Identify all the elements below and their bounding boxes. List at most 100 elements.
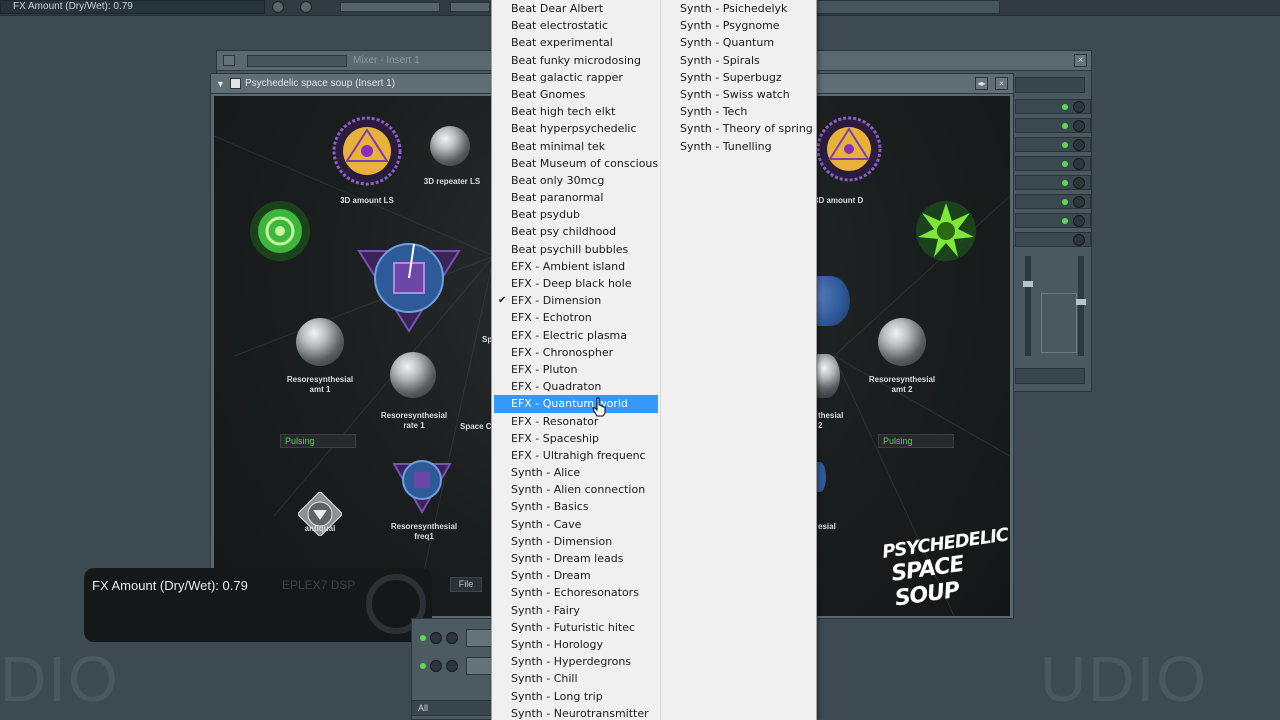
knob-reso-rate1[interactable] [390, 352, 436, 398]
slot-led-2[interactable] [1062, 123, 1068, 129]
slot-knob-5[interactable] [1073, 177, 1085, 189]
menu-item[interactable]: Beat funky microdosing [492, 52, 660, 69]
menu-item[interactable]: EFX - Chronospher [492, 344, 660, 361]
top-knob-2[interactable] [300, 1, 312, 13]
menu-item[interactable]: Synth - Long trip [492, 688, 660, 705]
lower-button-1[interactable] [466, 629, 492, 647]
slot-knob-1[interactable] [1073, 101, 1085, 113]
menu-item[interactable]: Synth - Neurotransmitter [492, 705, 660, 720]
knob-reso-freq1[interactable] [390, 458, 454, 514]
slot-led-1[interactable] [1062, 104, 1068, 110]
slot-knob-3[interactable] [1073, 139, 1085, 151]
menu-item[interactable]: EFX - Deep black hole [492, 275, 660, 292]
menu-item[interactable]: Beat psy childhood [492, 223, 660, 240]
menu-item[interactable]: EFX - Echotron [492, 309, 660, 326]
slot-led-4[interactable] [1062, 161, 1068, 167]
menu-item[interactable]: Synth - Dimension [492, 533, 660, 550]
lower-led-2[interactable] [420, 663, 426, 669]
menu-item[interactable]: EFX - Ultrahigh frequenc [492, 447, 660, 464]
menu-item[interactable]: Synth - Alice [492, 464, 660, 481]
menu-item[interactable]: Beat high tech elkt [492, 103, 660, 120]
knob-reso-amt2[interactable] [878, 318, 926, 366]
menu-item[interactable]: Synth - Basics [492, 498, 660, 515]
menu-item[interactable]: Synth - Theory of spring [661, 120, 817, 137]
menu-item[interactable]: Synth - Cave [492, 516, 660, 533]
menu-item[interactable]: Synth - Hyperdegrons [492, 653, 660, 670]
menu-item[interactable]: Beat Dear Albert [492, 0, 660, 17]
lower-led-1[interactable] [420, 635, 426, 641]
menu-item[interactable]: EFX - Quadraton [492, 378, 660, 395]
file-button[interactable]: File [450, 577, 482, 592]
menu-item[interactable]: Synth - Fairy [492, 602, 660, 619]
mandala-knob-amount-d[interactable] [816, 116, 882, 182]
menu-item[interactable]: EFX - Pluton [492, 361, 660, 378]
menu-item[interactable]: Synth - Echoresonators [492, 584, 660, 601]
plugin-menu-icon[interactable]: ▼ [216, 79, 226, 89]
menu-item[interactable]: Beat only 30mcg [492, 172, 660, 189]
top-button[interactable] [450, 2, 490, 12]
lower-button-2[interactable] [466, 657, 492, 675]
mixer-close-button[interactable]: × [1074, 54, 1087, 67]
top-knob-1[interactable] [272, 1, 284, 13]
menu-item[interactable]: Beat psydub [492, 206, 660, 223]
mixer-menu-icon[interactable] [223, 55, 235, 66]
menu-item[interactable]: EFX - Spaceship [492, 430, 660, 447]
menu-item[interactable]: ✔ EFX - Dimension [492, 292, 660, 309]
flower-button-left[interactable] [248, 199, 312, 263]
menu-item[interactable]: EFX - Electric plasma [492, 327, 660, 344]
lower-knob-3[interactable] [430, 660, 442, 672]
knob-reso-amt1[interactable] [296, 318, 344, 366]
menu-item[interactable]: Beat Museum of conscious [492, 155, 660, 172]
menu-item[interactable]: Synth - Psygnome [661, 17, 817, 34]
menu-item[interactable]: Beat galactic rapper [492, 69, 660, 86]
menu-item[interactable]: Synth - Superbugz [661, 69, 817, 86]
menu-item[interactable]: Synth - Tunelling [661, 138, 817, 155]
menu-item[interactable]: Synth - Swiss watch [661, 86, 817, 103]
menu-item[interactable]: Beat Gnomes [492, 86, 660, 103]
menu-item[interactable]: EFX - Ambient island [492, 258, 660, 275]
knob-reso-rate2-partial[interactable] [814, 354, 840, 398]
lower-knob-2[interactable] [446, 632, 458, 644]
knob-center-main[interactable] [354, 236, 464, 336]
menu-item[interactable]: EFX - Resonator [492, 413, 660, 430]
menu-item[interactable]: Synth - Spirals [661, 52, 817, 69]
menu-item[interactable]: Beat hyperpsychedelic [492, 120, 660, 137]
slot-led-6[interactable] [1062, 199, 1068, 205]
knob-repeater-ls[interactable] [430, 126, 470, 166]
mixer-output-dropdown[interactable] [1015, 368, 1085, 384]
slot-led-3[interactable] [1062, 142, 1068, 148]
mandala-knob-amount-ls[interactable] [332, 116, 402, 186]
slot-led-7[interactable] [1062, 218, 1068, 224]
mixer-route-dropdown[interactable] [1015, 77, 1085, 93]
menu-item[interactable]: Synth - Chill [492, 670, 660, 687]
mixer-selector[interactable] [247, 55, 347, 67]
menu-item[interactable]: Beat electrostatic [492, 17, 660, 34]
mixer-fader-1[interactable] [1023, 281, 1033, 287]
menu-item[interactable]: EFX - Quantum world [494, 395, 658, 413]
menu-item[interactable]: Beat psychill bubbles [492, 241, 660, 258]
menu-item[interactable]: Synth - Dream [492, 567, 660, 584]
mixer-fader-2[interactable] [1076, 299, 1086, 305]
plugin-prev-next-icon[interactable]: ◂▸ [975, 77, 988, 90]
menu-item[interactable]: Synth - Futuristic hitec [492, 619, 660, 636]
lower-knob-4[interactable] [446, 660, 458, 672]
menu-item[interactable]: Beat paranormal [492, 189, 660, 206]
slot-led-5[interactable] [1062, 180, 1068, 186]
plugin-close-icon[interactable]: × [995, 77, 1008, 90]
menu-item[interactable]: Synth - Psichedelyk [661, 0, 817, 17]
menu-item[interactable]: Synth - Alien connection [492, 481, 660, 498]
menu-item[interactable]: Synth - Dream leads [492, 550, 660, 567]
menu-item[interactable]: Synth - Tech [661, 103, 817, 120]
menu-item[interactable]: Beat minimal tek [492, 138, 660, 155]
menu-item[interactable]: Synth - Quantum [661, 34, 817, 51]
slot-knob-4[interactable] [1073, 158, 1085, 170]
slot-knob-7[interactable] [1073, 215, 1085, 227]
browser-filter-field[interactable]: All [411, 700, 493, 716]
top-slider[interactable] [340, 2, 440, 12]
plugin-pin-icon[interactable] [230, 78, 241, 89]
lower-knob-1[interactable] [430, 632, 442, 644]
slot-knob-2[interactable] [1073, 120, 1085, 132]
menu-item[interactable]: Synth - Horology [492, 636, 660, 653]
menu-item[interactable]: Beat experimental [492, 34, 660, 51]
sun-button-right[interactable] [914, 199, 978, 263]
